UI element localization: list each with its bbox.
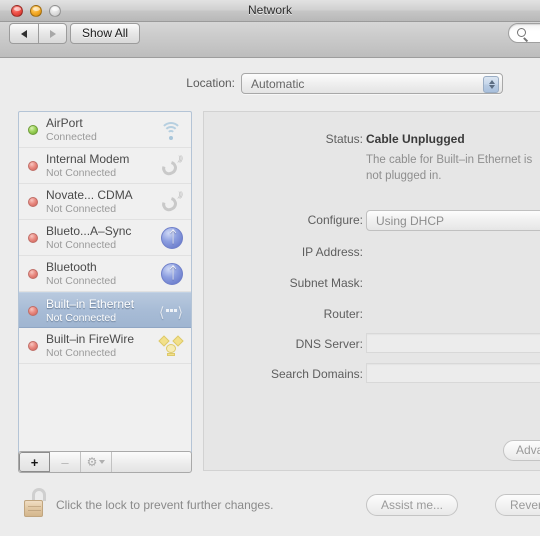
show-all-button[interactable]: Show All (70, 23, 141, 44)
search-icon (517, 28, 526, 37)
modem-icon: ))) (159, 154, 183, 178)
service-name: Blueto...A–Sync (46, 224, 132, 238)
modem-icon: ))) (159, 190, 183, 214)
status-detail-text: The cable for Built–in Ethernet is not p… (366, 154, 533, 182)
gear-icon: ⚙ (86, 455, 98, 469)
service-status: Not Connected (46, 203, 117, 215)
navigation-segment (9, 23, 67, 44)
search-input[interactable] (508, 23, 540, 43)
status-dot (28, 341, 38, 351)
add-service-button[interactable]: + (19, 452, 50, 472)
status-dot (28, 125, 38, 135)
location-value: Automatic (251, 77, 305, 91)
unlocked-padlock-icon[interactable] (24, 488, 50, 518)
service-status: Not Connected (46, 239, 117, 251)
service-status: Not Connected (46, 347, 117, 359)
list-item[interactable]: Built–in FireWire Not Connected (19, 328, 191, 364)
window-title: Network (247, 3, 292, 17)
configure-label: Configure: (307, 213, 363, 227)
search-domains-label: Search Domains: (270, 367, 363, 381)
service-name: Bluetooth (46, 260, 97, 274)
service-name: Novate... CDMA (46, 188, 133, 202)
subnet-mask-label: Subnet Mask: (289, 276, 363, 290)
lock-hint-text: Click the lock to prevent further change… (56, 498, 274, 512)
revert-button[interactable]: Revert (495, 494, 540, 516)
wifi-icon (159, 118, 183, 142)
listbar-filler (112, 452, 191, 472)
list-item[interactable]: Blueto...A–Sync Not Connected ᛏ (19, 220, 191, 256)
status-value: Cable Unplugged (366, 132, 465, 146)
configure-select[interactable]: Using DHCP (366, 210, 540, 231)
assist-me-button[interactable]: Assist me... (366, 494, 459, 516)
location-select[interactable]: Automatic (241, 73, 503, 94)
bluetooth-icon: ᛏ (161, 227, 183, 249)
location-label: Location: (186, 76, 235, 90)
forward-arrow-icon (49, 29, 56, 38)
status-label: Status: (325, 132, 363, 146)
forward-button[interactable] (38, 23, 67, 44)
service-status: Not Connected (46, 275, 117, 287)
search-domains-input[interactable] (366, 363, 540, 383)
service-name: AirPort (46, 116, 83, 130)
titlebar: Network (0, 0, 540, 22)
network-preferences-window: Network Show All Location: Automatic Air… (0, 0, 540, 536)
service-list-toolbar: + – ⚙ (18, 451, 192, 473)
dns-server-label: DNS Server: (295, 337, 363, 351)
back-button[interactable] (9, 23, 38, 44)
advanced-button[interactable]: Advanced... (503, 440, 540, 461)
chevron-down-icon (99, 460, 106, 464)
back-arrow-icon (21, 29, 27, 38)
service-list[interactable]: AirPort Connected Internal Modem Not Con… (18, 111, 192, 454)
service-name: Built–in Ethernet (46, 297, 135, 311)
service-name: Internal Modem (46, 152, 130, 166)
bluetooth-icon: ᛏ (161, 263, 183, 285)
list-item[interactable]: Internal Modem Not Connected ))) (19, 148, 191, 184)
ethernet-icon: ⟨ ⟩ (159, 304, 183, 320)
router-label: Router: (323, 307, 363, 321)
service-name: Built–in FireWire (46, 332, 135, 346)
list-item[interactable]: AirPort Connected (19, 112, 191, 148)
service-actions-button[interactable]: ⚙ (81, 452, 112, 472)
list-item-built-in-ethernet[interactable]: Built–in Ethernet Not Connected ⟨ ⟩ (19, 292, 191, 328)
ip-address-label: IP Address: (301, 245, 363, 259)
configure-value: Using DHCP (376, 214, 445, 228)
list-item[interactable]: Novate... CDMA Not Connected ))) (19, 184, 191, 220)
status-dot (28, 269, 38, 279)
status-dot (28, 161, 38, 171)
service-status: Not Connected (46, 312, 117, 324)
location-stepper-icon[interactable] (483, 76, 499, 93)
dns-server-input[interactable] (366, 333, 540, 353)
service-status: Not Connected (46, 167, 117, 179)
status-dot (28, 306, 38, 316)
list-item[interactable]: Bluetooth Not Connected ᛏ (19, 256, 191, 292)
status-dot (28, 197, 38, 207)
service-status: Connected (46, 131, 97, 143)
status-dot (28, 233, 38, 243)
remove-service-button[interactable]: – (50, 452, 81, 472)
firewire-icon (158, 334, 184, 358)
